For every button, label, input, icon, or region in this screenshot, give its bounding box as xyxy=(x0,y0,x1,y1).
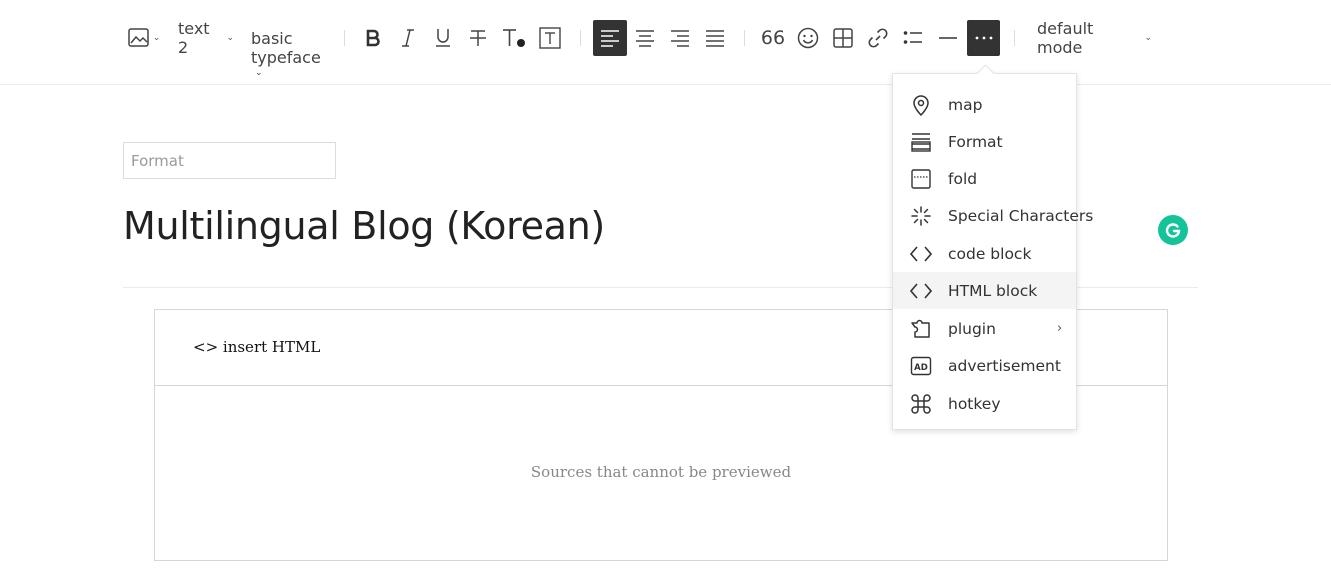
fold-icon xyxy=(910,168,932,190)
menu-item-fold[interactable]: fold xyxy=(893,160,1076,197)
format-input[interactable] xyxy=(123,142,336,179)
table-icon xyxy=(833,28,853,48)
toolbar-divider xyxy=(744,30,745,46)
text-style-dropdown[interactable]: text 2 ⌄ xyxy=(178,19,234,57)
list-button[interactable] xyxy=(898,20,928,56)
menu-item-plugin[interactable]: plugin › xyxy=(893,310,1076,347)
chevron-down-icon: ⌄ xyxy=(1144,33,1152,43)
editor-toolbar: ⌄ text 2 ⌄ basic typeface ⌄ 66 default m… xyxy=(0,0,1331,85)
quote-button[interactable]: 66 xyxy=(758,20,788,56)
italic-button[interactable] xyxy=(393,20,423,56)
link-button[interactable] xyxy=(863,20,893,56)
align-left-icon xyxy=(601,30,619,47)
post-title[interactable]: Multilingual Blog (Korean) xyxy=(123,204,605,248)
menu-item-hotkey[interactable]: hotkey xyxy=(893,385,1076,422)
text-color-icon xyxy=(503,29,525,47)
typeface-dropdown[interactable]: basic typeface ⌄ xyxy=(251,29,321,79)
italic-icon xyxy=(402,29,414,47)
menu-item-label: code block xyxy=(948,244,1032,263)
code-icon xyxy=(910,243,932,265)
more-icon xyxy=(975,36,992,40)
align-left-button[interactable] xyxy=(593,20,627,56)
chevron-down-icon: ⌄ xyxy=(152,33,161,43)
text-color-button[interactable] xyxy=(498,20,530,56)
align-justify-icon xyxy=(706,30,724,47)
text-background-button[interactable] xyxy=(535,20,565,56)
align-justify-button[interactable] xyxy=(700,20,730,56)
menu-item-label: HTML block xyxy=(948,281,1038,300)
align-right-icon xyxy=(671,30,689,47)
align-center-icon xyxy=(636,30,654,47)
strikethrough-icon xyxy=(470,30,486,46)
align-center-button[interactable] xyxy=(630,20,660,56)
horizontal-line-button[interactable] xyxy=(933,20,963,56)
special-characters-icon xyxy=(910,205,932,227)
image-icon xyxy=(127,28,149,47)
chevron-down-icon: ⌄ xyxy=(226,33,234,43)
svg-text:AD: AD xyxy=(914,363,928,373)
format-icon xyxy=(910,131,932,153)
menu-item-map[interactable]: map xyxy=(893,86,1076,123)
mode-dropdown[interactable]: default mode ⌄ xyxy=(1037,19,1152,57)
chevron-right-icon: › xyxy=(1057,321,1063,336)
chevron-down-icon: ⌄ xyxy=(255,68,263,78)
bold-button[interactable] xyxy=(358,20,388,56)
command-icon xyxy=(910,393,932,415)
menu-item-code-block[interactable]: code block xyxy=(893,235,1076,272)
quote-icon: 66 xyxy=(760,27,786,49)
ad-icon: AD xyxy=(910,355,932,377)
typeface-label-line1: basic xyxy=(251,29,293,48)
menu-item-label: map xyxy=(948,95,983,114)
underline-button[interactable] xyxy=(428,20,458,56)
emoji-button[interactable] xyxy=(793,20,823,56)
menu-item-label: fold xyxy=(948,169,978,188)
toolbar-divider xyxy=(344,30,345,46)
text-background-icon xyxy=(539,27,561,49)
more-menu: map Format fold Special Characters code … xyxy=(892,73,1093,430)
menu-item-label: advertisement xyxy=(948,356,1061,375)
emoji-icon xyxy=(797,27,819,49)
map-pin-icon xyxy=(910,94,932,116)
menu-item-label: Special Characters xyxy=(948,206,1094,225)
horizontal-line-icon xyxy=(939,37,957,39)
menu-item-label: Format xyxy=(948,132,1003,151)
typeface-label-line2: typeface xyxy=(251,48,321,67)
link-icon xyxy=(868,28,888,48)
text-style-label: text 2 xyxy=(178,19,210,57)
bold-icon xyxy=(366,29,380,47)
menu-item-label: plugin xyxy=(948,319,996,338)
menu-item-html-block[interactable]: HTML block xyxy=(893,272,1076,309)
html-block-label: <> insert HTML xyxy=(193,338,321,356)
plugin-icon xyxy=(910,318,932,340)
menu-item-label: hotkey xyxy=(948,394,1001,413)
preview-note: Sources that cannot be previewed xyxy=(530,463,792,481)
toolbar-divider xyxy=(1014,30,1015,46)
underline-icon xyxy=(436,29,450,47)
menu-item-format[interactable]: Format xyxy=(893,123,1076,160)
list-icon xyxy=(903,31,922,44)
more-button[interactable] xyxy=(967,20,1000,56)
insert-image-button[interactable]: ⌄ xyxy=(127,20,161,56)
html-icon xyxy=(910,280,932,302)
grammarly-icon[interactable] xyxy=(1158,215,1188,245)
align-right-button[interactable] xyxy=(665,20,695,56)
table-button[interactable] xyxy=(828,20,858,56)
menu-item-advertisement[interactable]: AD advertisement xyxy=(893,347,1076,384)
mode-label: default mode xyxy=(1037,19,1094,57)
menu-item-special-characters[interactable]: Special Characters xyxy=(893,197,1093,234)
strikethrough-button[interactable] xyxy=(463,20,493,56)
toolbar-divider xyxy=(580,30,581,46)
